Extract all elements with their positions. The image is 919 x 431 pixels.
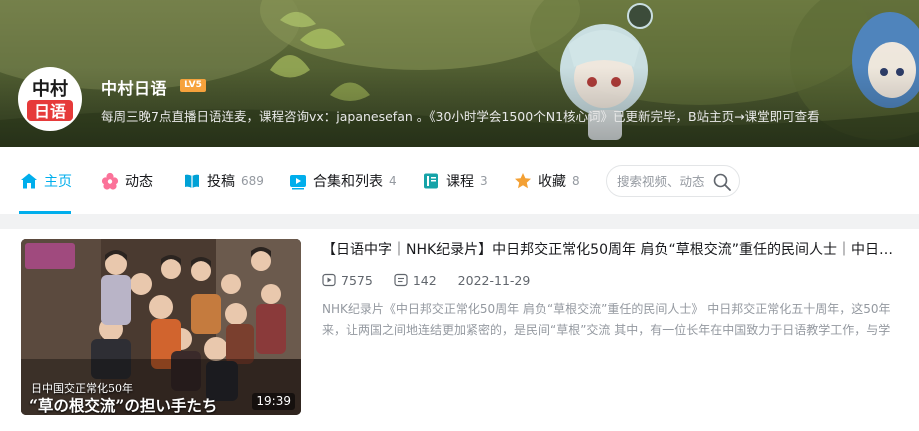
- avatar-text-top: 中村: [32, 78, 68, 100]
- avatar-text-bottom: 日语: [34, 102, 66, 121]
- tab-uploads[interactable]: 投稿 689: [183, 147, 264, 214]
- home-icon: [20, 172, 38, 190]
- view-count-value: 7575: [341, 272, 373, 288]
- collection-icon: [289, 172, 307, 190]
- tab-collections-label: 合集和列表: [313, 173, 383, 190]
- level-badge: LV5: [180, 79, 206, 92]
- video-thumbnail[interactable]: 日中国交正常化50年 “草の根交流”の担い手たち 19:39: [21, 239, 301, 415]
- user-sign: 每周三晚7点直播日语连麦，课程咨询vx：japanesefan 。《30小时学会…: [101, 109, 820, 124]
- comment-icon: [394, 273, 408, 287]
- tab-home[interactable]: 主页: [20, 147, 72, 214]
- tab-courses[interactable]: 课程 3: [422, 147, 488, 214]
- view-count: 7575: [322, 273, 373, 288]
- avatar-logo: 中村 日语: [26, 76, 74, 122]
- profile-banner: 中村 日语 中村日语 LV5 每周三晚7点直播日语连麦，课程咨询vx：japan…: [0, 0, 919, 147]
- user-name: 中村日语: [101, 79, 168, 98]
- tab-courses-count: 3: [480, 173, 488, 188]
- tab-favorites[interactable]: 收藏 8: [514, 147, 580, 214]
- profile-nav: 主页 动态 投稿 689 合集和列表 4 课程 3 收藏 8 搜索视频、动态: [0, 147, 919, 214]
- video-duration: 19:39: [252, 393, 295, 410]
- tab-uploads-label: 投稿: [207, 173, 235, 190]
- video-description: NHK纪录片《中日邦交正常化50周年 肩负“草根交流”重任的民间人士》 中日邦交…: [322, 302, 891, 337]
- tab-collections-count: 4: [389, 173, 397, 188]
- upload-icon: [183, 172, 201, 190]
- star-icon: [514, 172, 532, 190]
- comment-count: 142: [394, 273, 437, 288]
- tab-favorites-count: 8: [572, 173, 580, 188]
- tab-favorites-label: 收藏: [538, 173, 566, 190]
- comment-count-value: 142: [412, 272, 437, 288]
- tab-home-label: 主页: [44, 173, 72, 190]
- dynamic-icon: [101, 172, 119, 190]
- video-list: 日中国交正常化50年 “草の根交流”の担い手たち 19:39 【日语中字｜NHK…: [0, 229, 919, 431]
- tab-dynamic-label: 动态: [125, 173, 153, 190]
- tab-collections[interactable]: 合集和列表 4: [289, 147, 397, 214]
- avatar[interactable]: 中村 日语: [18, 67, 82, 131]
- tab-courses-label: 课程: [446, 173, 474, 190]
- active-tab-indicator: [19, 211, 71, 214]
- search-input[interactable]: [617, 173, 707, 189]
- video-title[interactable]: 【日语中字｜NHK纪录片】中日邦交正常化50周年 肩负“草根交流”重任的民间人士…: [322, 239, 902, 259]
- tab-uploads-count: 689: [241, 173, 264, 188]
- course-icon: [422, 172, 440, 190]
- thumbnail-caption-line2: “草の根交流”の担い手たち: [29, 396, 218, 415]
- play-count-icon: [322, 273, 336, 287]
- publish-date: 2022-11-29: [457, 272, 531, 288]
- tab-dynamic[interactable]: 动态: [101, 147, 153, 214]
- search-icon[interactable]: [712, 172, 732, 192]
- video-meta: 7575 142 2022-11-29: [322, 272, 551, 288]
- search-box: [606, 165, 740, 197]
